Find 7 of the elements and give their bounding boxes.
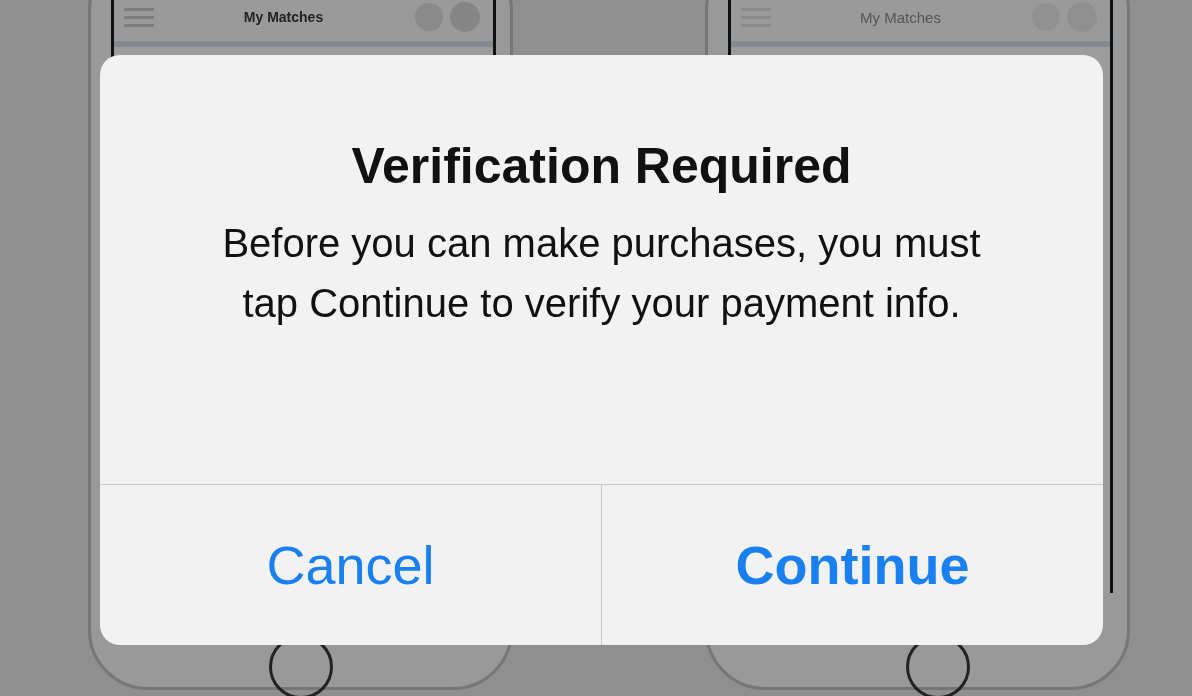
- dialog-message: Before you can make purchases, you must tap Continue to verify your payment info.: [221, 220, 982, 327]
- menu-icon: [124, 7, 154, 27]
- screen-title: My Matches: [242, 9, 325, 25]
- dialog-title: Verification Required: [351, 137, 852, 195]
- continue-button[interactable]: Continue: [602, 485, 1103, 645]
- screen-title: My Matches: [859, 8, 942, 26]
- cancel-button[interactable]: Cancel: [100, 485, 602, 645]
